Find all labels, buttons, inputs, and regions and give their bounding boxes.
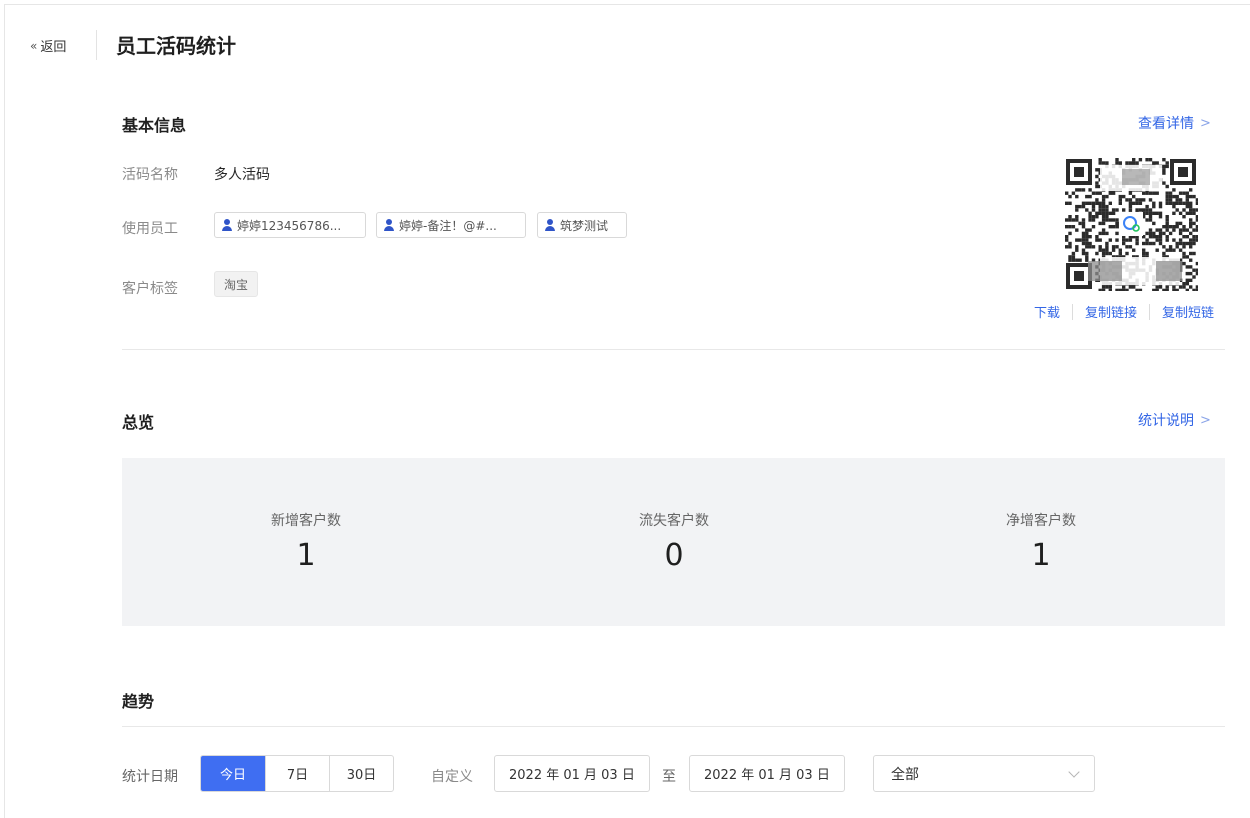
- staff-tag: 婷婷123456786...: [214, 212, 366, 238]
- divider: [1149, 303, 1151, 320]
- chevron-down-icon: [1068, 766, 1080, 778]
- stat-date-label: 统计日期: [122, 769, 178, 785]
- stat-help-link[interactable]: 统计说明 >: [1138, 410, 1211, 430]
- stat-help-label: 统计说明: [1138, 413, 1194, 429]
- customer-tag: 淘宝: [214, 271, 259, 297]
- person-icon: [222, 219, 232, 231]
- stat-net-customers: 净增客户数 1: [857, 458, 1225, 626]
- code-name-label: 活码名称: [122, 167, 178, 183]
- custom-range-label: 自定义: [431, 769, 473, 785]
- staff-tag-label: 筑梦测试: [560, 218, 609, 233]
- copy-link-button[interactable]: 复制链接: [1085, 302, 1137, 321]
- copy-short-link-button[interactable]: 复制短链: [1162, 302, 1214, 321]
- staff-label: 使用员工: [122, 221, 178, 237]
- chevron-right-icon: >: [1200, 412, 1211, 428]
- divider: [1072, 303, 1074, 320]
- page-header: « 返回 员工活码统计: [0, 0, 1250, 84]
- stat-label: 净增客户数: [1006, 513, 1076, 529]
- stat-new-customers: 新增客户数 1: [122, 458, 490, 626]
- download-link[interactable]: 下载: [1034, 302, 1060, 321]
- qr-actions: 下载 复制链接 复制短链: [1034, 302, 1214, 321]
- filter-select[interactable]: 全部: [873, 755, 1095, 792]
- back-label: 返回: [40, 40, 67, 55]
- person-icon: [545, 219, 555, 231]
- page-frame: [4, 4, 1250, 818]
- filter-select-value: 全部: [891, 766, 919, 783]
- double-chevron-left-icon: «: [30, 38, 38, 53]
- stat-label: 新增客户数: [271, 513, 341, 529]
- customer-tag-label: 客户标签: [122, 281, 178, 297]
- range-7d-button[interactable]: 7日: [265, 756, 329, 791]
- staff-tag-label: 婷婷-备注！@#...: [399, 218, 497, 233]
- qr-code-image: [1064, 157, 1198, 291]
- staff-tag: 婷婷-备注！@#...: [376, 212, 526, 238]
- section-divider: [122, 349, 1225, 350]
- view-detail-link[interactable]: 查看详情 >: [1138, 113, 1211, 133]
- staff-tag-label: 婷婷123456786...: [237, 218, 342, 233]
- date-to-label: 至: [662, 769, 676, 785]
- date-range-toggle: 今日 7日 30日: [200, 755, 394, 792]
- overview-stats-panel: 新增客户数 1 流失客户数 0 净增客户数 1: [122, 458, 1225, 626]
- person-icon: [384, 219, 394, 231]
- range-30d-button[interactable]: 30日: [329, 756, 393, 791]
- code-name-value: 多人活码: [214, 167, 270, 183]
- header-divider: [96, 30, 97, 60]
- trend-title: 趋势: [122, 692, 155, 711]
- overview-title: 总览: [122, 413, 155, 432]
- stat-value: 0: [664, 538, 684, 573]
- basic-info-title: 基本信息: [122, 116, 187, 135]
- stat-label: 流失客户数: [639, 513, 709, 529]
- back-button[interactable]: « 返回: [30, 36, 67, 56]
- view-detail-label: 查看详情: [1138, 116, 1194, 132]
- range-today-button[interactable]: 今日: [201, 756, 265, 791]
- end-date-input[interactable]: 2022 年 01 月 03 日: [689, 755, 845, 792]
- stat-lost-customers: 流失客户数 0: [490, 458, 858, 626]
- page-title: 员工活码统计: [116, 34, 236, 58]
- staff-tag: 筑梦测试: [537, 212, 627, 238]
- stat-value: 1: [296, 538, 316, 573]
- start-date-input[interactable]: 2022 年 01 月 03 日: [494, 755, 650, 792]
- stat-value: 1: [1031, 538, 1051, 573]
- chevron-right-icon: >: [1200, 115, 1211, 131]
- section-divider: [122, 726, 1225, 727]
